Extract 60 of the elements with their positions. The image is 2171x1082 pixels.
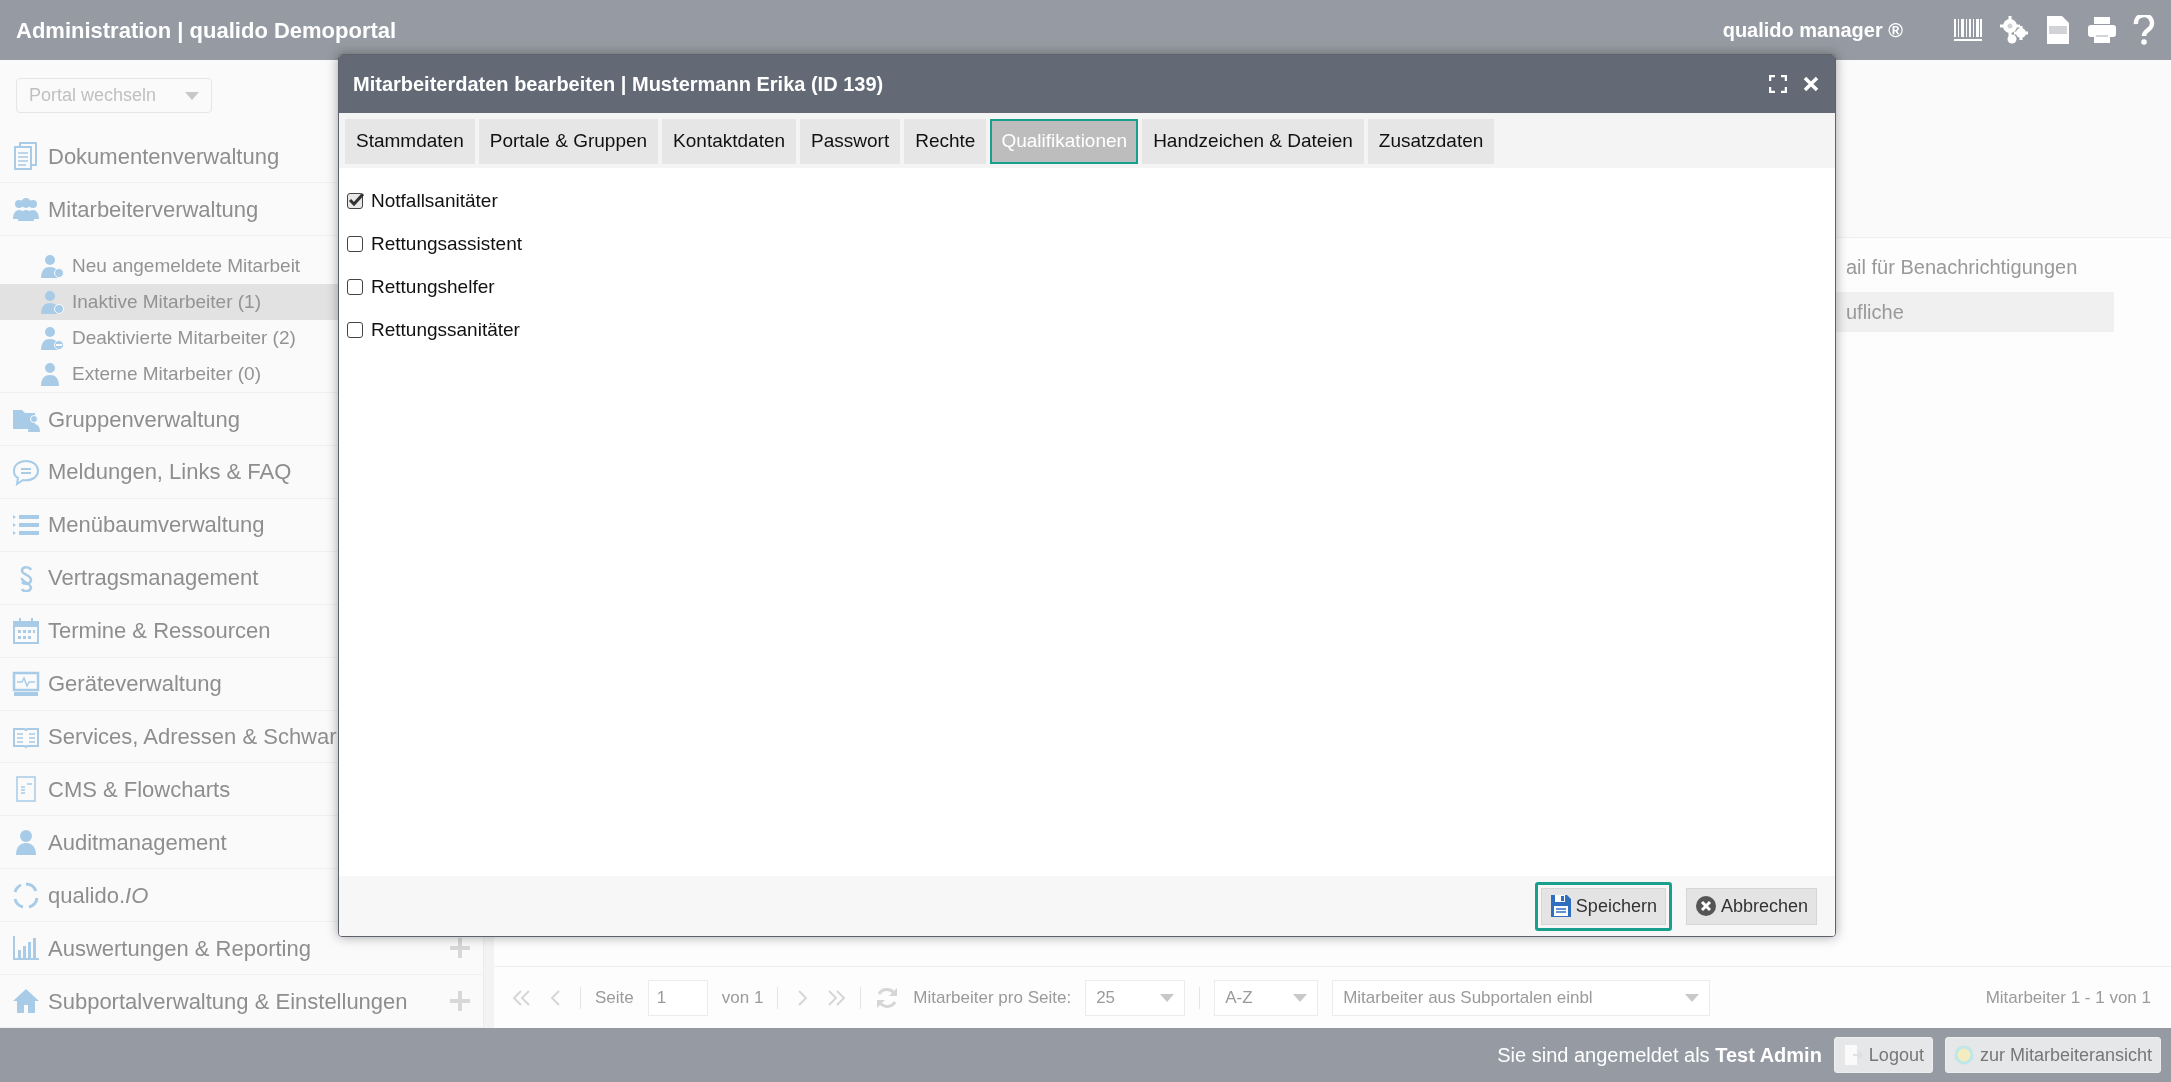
dropdown[interactable]: A-Z — [1214, 979, 1319, 1016]
barcode-icon[interactable] — [1953, 18, 1983, 42]
checkbox[interactable] — [347, 193, 363, 210]
plus-icon — [449, 990, 471, 1013]
printer-icon[interactable] — [2087, 16, 2117, 44]
product-name: qualido manager ® — [1722, 18, 1903, 43]
circular-arrows-icon — [12, 881, 40, 910]
app-title: Administration | qualido Demoportal — [16, 16, 397, 45]
caret-icon — [1685, 993, 1700, 1002]
caret-icon — [185, 91, 199, 100]
tab[interactable]: Stammdaten — [345, 119, 475, 164]
tab[interactable]: Rechte — [904, 119, 987, 164]
dropdown[interactable]: Portal wechseln — [16, 78, 212, 114]
status-button[interactable]: Logout — [1833, 1037, 1933, 1073]
speech-bubble-icon — [12, 457, 40, 486]
plus-icon — [449, 937, 471, 960]
first-page-icon — [512, 988, 532, 1007]
checkbox[interactable] — [347, 322, 363, 339]
last-page-icon — [826, 988, 847, 1007]
tab[interactable]: Qualifikationen — [990, 119, 1139, 164]
caret-icon — [1160, 993, 1175, 1002]
status-button[interactable]: zur Mitarbeiteransicht — [1944, 1037, 2161, 1073]
page-label: Seite — [595, 986, 634, 1009]
checkbox-label: Rettungssanitäter — [371, 318, 520, 343]
calendar-icon — [12, 616, 40, 645]
checkbox[interactable] — [347, 236, 363, 253]
tab[interactable]: Handzeichen & Dateien — [1142, 119, 1364, 164]
cancel-icon — [1694, 895, 1717, 917]
checkbox[interactable] — [347, 279, 363, 296]
gears-icon[interactable] — [1999, 15, 2029, 45]
record-count: Mitarbeiter 1 - 1 von 1 — [1985, 986, 2151, 1009]
dropdown[interactable]: Mitarbeiter aus Subportalen einbl — [1332, 979, 1711, 1016]
page-input[interactable]: 1 — [647, 979, 708, 1016]
login-status: Sie sind angemeldet als Test Admin — [1497, 1043, 1822, 1068]
dialog-title: Mitarbeiterdaten bearbeiten | Mustermann Erika (ID 139) — [353, 72, 884, 97]
help-icon[interactable] — [2133, 15, 2155, 45]
person-minus-icon — [40, 325, 64, 352]
tab[interactable]: Portale & Gruppen — [478, 119, 659, 164]
sidebar-subitem[interactable]: Externe Mitarbeiter (0) — [0, 356, 483, 393]
maximize-icon[interactable] — [1769, 75, 1787, 93]
tab[interactable]: Zusatzdaten — [1367, 119, 1495, 164]
close-icon[interactable] — [1803, 76, 1819, 92]
person-plus-icon — [40, 253, 64, 280]
spreadsheet-file-icon[interactable] — [2045, 15, 2071, 45]
dropdown[interactable]: 25 — [1085, 979, 1186, 1016]
tab[interactable]: Passwort — [800, 119, 901, 164]
caret-icon — [1293, 993, 1308, 1002]
sidebar-item[interactable]: Subportalverwaltung & Einstellungen — [0, 975, 483, 1028]
people-icon — [12, 195, 40, 224]
save-button[interactable]: Speichern — [1534, 881, 1672, 931]
person-download-icon — [40, 289, 64, 316]
exit-door-icon — [1842, 1044, 1863, 1066]
ring-icon — [1953, 1045, 1974, 1065]
page-count: von 1 — [721, 986, 764, 1009]
per-page-label: Mitarbeiter pro Seite: — [913, 986, 1072, 1009]
bar-chart-icon — [12, 934, 40, 963]
tab[interactable]: Kontaktdaten — [662, 119, 797, 164]
monitor-icon — [12, 669, 40, 698]
house-icon — [12, 987, 40, 1016]
documents-icon — [12, 142, 40, 171]
